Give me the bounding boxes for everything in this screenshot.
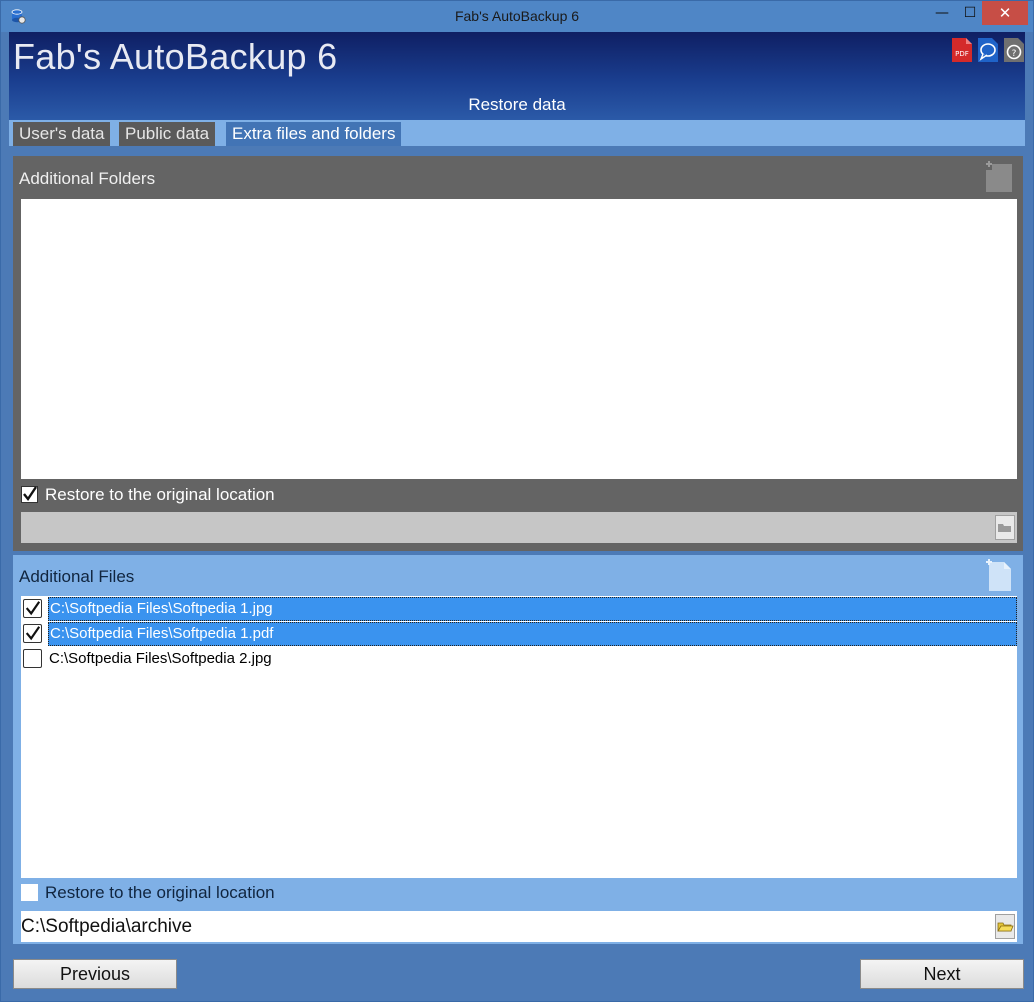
additional-folders-panel: Additional Folders Restore to the origin… [13,156,1023,551]
folder-open-icon [997,922,1014,932]
files-section-title: Additional Files [19,567,135,586]
chat-icon[interactable] [977,37,999,63]
title-bar: Fab's AutoBackup 6 — ☐ ✕ [1,1,1033,32]
page-subtitle: Restore data [468,95,566,114]
folders-list[interactable] [21,199,1017,479]
add-file-icon[interactable] [983,559,1015,593]
files-restore-checkbox[interactable] [21,884,38,901]
tab-public-data[interactable]: Public data [119,122,216,146]
folders-destination-field [21,512,1017,543]
folders-section-title: Additional Folders [19,169,156,188]
tab-extra-files-and-folders[interactable]: Extra files and folders [226,122,402,146]
file-row[interactable]: C:\Softpedia Files\Softpedia 1.pdf [21,622,1017,646]
folders-restore-checkbox[interactable] [21,486,38,503]
app-title: Fab's AutoBackup 6 [13,36,338,77]
tab-users-data[interactable]: User's data [13,122,111,146]
previous-button[interactable]: Previous [13,959,177,989]
pdf-icon[interactable]: PDF [951,37,973,63]
app-header: Fab's AutoBackup 6 PDF ? Restore data [9,32,1025,120]
file-checkbox[interactable] [23,649,42,668]
file-path: C:\Softpedia Files\Softpedia 1.jpg [48,597,1017,621]
add-folder-icon[interactable] [983,161,1015,195]
window-title: Fab's AutoBackup 6 [454,8,580,24]
folders-restore-label: Restore to the original location [45,485,275,504]
svg-text:?: ? [1012,49,1017,59]
content-area: Additional Folders Restore to the origin… [9,146,1025,946]
file-path: C:\Softpedia Files\Softpedia 2.jpg [49,650,272,667]
tab-bar: User's data Public data Extra files and … [9,120,1025,146]
maximize-button[interactable]: ☐ [957,1,983,25]
help-icon[interactable]: ? [1003,37,1025,63]
next-button[interactable]: Next [860,959,1024,989]
file-row[interactable]: C:\Softpedia Files\Softpedia 2.jpg [21,647,1017,671]
folder-open-icon [998,524,1011,532]
file-row[interactable]: C:\Softpedia Files\Softpedia 1.jpg [21,597,1017,621]
file-checkbox[interactable] [23,599,42,618]
file-path: C:\Softpedia Files\Softpedia 1.pdf [48,622,1017,646]
file-checkbox[interactable] [23,624,42,643]
svg-text:PDF: PDF [955,50,969,58]
minimize-button[interactable]: — [929,1,955,25]
files-list[interactable]: C:\Softpedia Files\Softpedia 1.jpg C:\So… [21,596,1017,878]
files-restore-label: Restore to the original location [45,883,275,902]
files-destination-field[interactable]: C:\Softpedia\archive [21,911,1017,942]
files-browse-button[interactable] [995,914,1015,939]
close-button[interactable]: ✕ [982,1,1028,25]
additional-files-panel: Additional Files C:\Softpedia Files\Soft… [13,555,1023,944]
files-destination-path[interactable]: C:\Softpedia\archive [21,916,192,938]
folders-browse-button [995,515,1015,540]
app-window: Fab's AutoBackup 6 — ☐ ✕ Fab's AutoBacku… [0,0,1034,1002]
